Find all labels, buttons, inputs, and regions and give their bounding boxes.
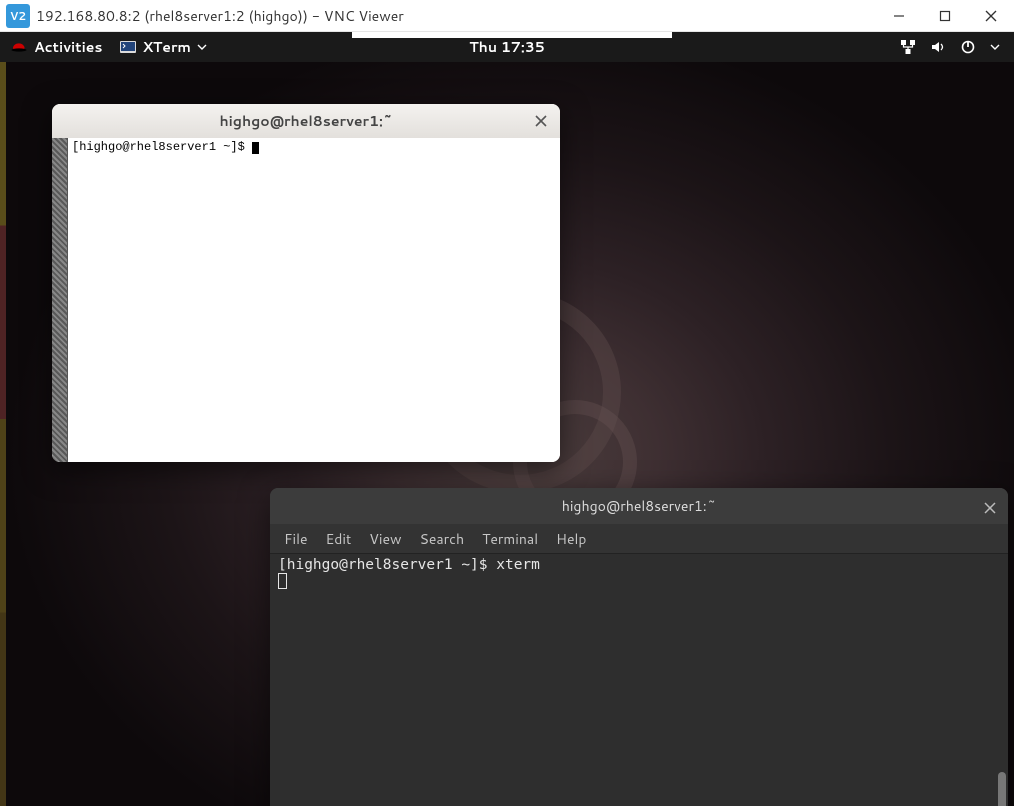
network-icon <box>900 39 916 55</box>
gnome-terminal-cursor <box>278 573 287 589</box>
xterm-cursor <box>252 142 259 154</box>
gnome-terminal-menubar: File Edit View Search Terminal Help <box>270 524 1008 554</box>
gnome-top-bar: Activities XTerm Thu 17:35 <box>0 32 1014 62</box>
vnc-viewer-app-icon: V2 <box>6 4 30 28</box>
gnome-terminal-line: [highgo@rhel8server1 ~]$ xterm <box>278 557 540 573</box>
minimize-button[interactable] <box>876 0 922 32</box>
xterm-icon <box>120 39 136 55</box>
menu-edit[interactable]: Edit <box>326 529 352 549</box>
gnome-terminal-scrollbar[interactable] <box>996 554 1007 806</box>
activities-label: Activities <box>34 37 102 57</box>
maximize-button[interactable] <box>922 0 968 32</box>
menu-terminal[interactable]: Terminal <box>482 529 538 549</box>
app-menu-button[interactable]: XTerm <box>112 37 215 57</box>
remote-desktop: Activities XTerm Thu 17:35 <box>0 32 1014 806</box>
xterm-close-button[interactable] <box>532 112 550 130</box>
system-tray[interactable] <box>886 39 1014 55</box>
gnome-terminal-window[interactable]: highgo@rhel8server1:~ File Edit View Sea… <box>270 488 1008 806</box>
desktop-edge-accent <box>0 32 6 806</box>
chevron-down-icon <box>990 42 1000 52</box>
xterm-prompt: [highgo@rhel8server1 ~]$ <box>72 140 252 154</box>
activities-button[interactable]: Activities <box>0 37 112 57</box>
gnome-terminal-close-button[interactable] <box>984 498 996 519</box>
close-button[interactable] <box>968 0 1014 32</box>
scrollbar-thumb[interactable] <box>998 772 1006 806</box>
xterm-titlebar[interactable]: highgo@rhel8server1:~ <box>52 104 560 138</box>
menu-search[interactable]: Search <box>420 529 465 549</box>
chevron-down-icon <box>197 42 207 52</box>
redhat-icon <box>10 40 28 54</box>
xterm-window[interactable]: highgo@rhel8server1:~ [highgo@rhel8serve… <box>52 104 560 462</box>
power-icon <box>960 39 976 55</box>
window-controls <box>876 0 1014 32</box>
xterm-scrollbar[interactable] <box>52 138 68 462</box>
vnc-viewer-title: 192.168.80.8:2 (rhel8server1:2 (highgo))… <box>36 6 876 26</box>
app-menu-label: XTerm <box>142 37 191 57</box>
vnc-viewer-titlebar: V2 192.168.80.8:2 (rhel8server1:2 (highg… <box>0 0 1014 32</box>
gnome-terminal-titlebar[interactable]: highgo@rhel8server1:~ <box>270 488 1008 524</box>
xterm-body: [highgo@rhel8server1 ~]$ <box>52 138 560 462</box>
menu-help[interactable]: Help <box>556 529 586 549</box>
menu-view[interactable]: View <box>369 529 401 549</box>
xterm-terminal-area[interactable]: [highgo@rhel8server1 ~]$ <box>68 138 263 462</box>
menu-file[interactable]: File <box>284 529 308 549</box>
gnome-terminal-area[interactable]: [highgo@rhel8server1 ~]$ xterm <box>270 554 1008 806</box>
gnome-terminal-title-label: highgo@rhel8server1:~ <box>562 496 717 516</box>
clock[interactable]: Thu 17:35 <box>469 37 544 57</box>
xterm-title-label: highgo@rhel8server1:~ <box>220 111 393 131</box>
volume-icon <box>930 39 946 55</box>
